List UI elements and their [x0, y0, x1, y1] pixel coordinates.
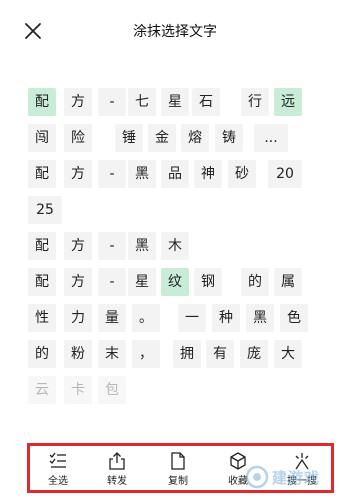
select-all-button[interactable]: 全选: [36, 451, 80, 491]
char-cell[interactable]: 庞: [240, 340, 268, 368]
char-cell[interactable]: 拥: [173, 340, 201, 368]
watermark-text: 建游戏: [272, 469, 321, 487]
char-row: 的 粉 末 ， 拥 有 庞 大: [28, 340, 328, 376]
document-icon: [171, 452, 185, 470]
char-cell[interactable]: 量: [98, 304, 126, 332]
char-cell[interactable]: 方: [64, 268, 92, 296]
char-cell[interactable]: 方: [64, 88, 92, 116]
char-cell[interactable]: 的: [241, 268, 269, 296]
char-row: 云 卡 包: [28, 376, 328, 412]
char-cell[interactable]: 方: [64, 232, 92, 260]
char-row: 配 方 - 星 纹 钢 的 属: [28, 268, 328, 304]
char-cell[interactable]: 方: [64, 160, 92, 188]
char-cell[interactable]: 20: [268, 160, 302, 188]
char-row: 性 力 量 。 一 种 黑 色: [28, 304, 328, 340]
char-cell[interactable]: 性: [28, 304, 56, 332]
char-cell[interactable]: -: [98, 88, 126, 116]
forward-button[interactable]: 转发: [95, 451, 139, 491]
char-cell[interactable]: 砂: [228, 160, 256, 188]
char-cell[interactable]: 黑: [246, 304, 274, 332]
char-cell[interactable]: 熔: [181, 124, 209, 152]
char-cell[interactable]: 配: [28, 232, 56, 260]
char-cell[interactable]: 色: [280, 304, 308, 332]
char-row: 25: [28, 196, 328, 232]
char-grid: 配 方 - 七 星 石 行 远 闯 险 锤 金 熔 铸 ... 配 方 - 黑 …: [28, 88, 328, 412]
char-row: 配 方 - 黑 木: [28, 232, 328, 268]
char-cell[interactable]: 末: [98, 340, 126, 368]
char-cell[interactable]: 配: [28, 160, 56, 188]
char-cell[interactable]: ...: [254, 124, 288, 152]
char-cell[interactable]: 黑: [128, 160, 156, 188]
char-cell[interactable]: 。: [132, 304, 160, 332]
char-cell[interactable]: 神: [194, 160, 222, 188]
char-cell[interactable]: 七: [128, 88, 156, 116]
char-row: 配 方 - 七 星 石 行 远: [28, 88, 328, 124]
char-cell[interactable]: 粉: [64, 340, 92, 368]
char-cell[interactable]: 属: [274, 268, 302, 296]
checklist-icon: [49, 452, 66, 468]
char-cell[interactable]: 纹: [161, 268, 189, 296]
char-cell[interactable]: 云: [28, 376, 56, 404]
char-cell[interactable]: 卡: [64, 376, 92, 404]
char-cell[interactable]: 有: [206, 340, 234, 368]
char-cell[interactable]: 钢: [194, 268, 222, 296]
char-cell[interactable]: 25: [28, 196, 62, 224]
forward-label: 转发: [107, 476, 127, 487]
char-cell[interactable]: -: [98, 268, 126, 296]
watermark-logo: 建游戏: [244, 463, 344, 491]
char-cell[interactable]: 闯: [28, 124, 56, 152]
char-cell[interactable]: 石: [192, 88, 220, 116]
char-cell[interactable]: 木: [161, 232, 189, 260]
char-cell[interactable]: 星: [161, 88, 189, 116]
share-icon: [109, 452, 125, 470]
char-cell[interactable]: 的: [28, 340, 56, 368]
char-cell[interactable]: -: [98, 232, 126, 260]
char-cell[interactable]: 锤: [115, 124, 143, 152]
char-cell[interactable]: 星: [128, 268, 156, 296]
header: 涂抹选择文字: [0, 0, 350, 62]
char-cell[interactable]: 配: [28, 88, 56, 116]
select-all-label: 全选: [48, 476, 68, 487]
char-cell[interactable]: 配: [28, 268, 56, 296]
char-cell[interactable]: 品: [161, 160, 189, 188]
char-cell[interactable]: 黑: [128, 232, 156, 260]
char-cell[interactable]: 远: [274, 88, 302, 116]
char-cell[interactable]: 金: [148, 124, 176, 152]
char-cell[interactable]: -: [98, 160, 126, 188]
page-title: 涂抹选择文字: [133, 24, 217, 40]
copy-label: 复制: [168, 476, 188, 487]
char-cell[interactable]: 力: [64, 304, 92, 332]
char-row: 闯 险 锤 金 熔 铸 ...: [28, 124, 328, 160]
char-cell[interactable]: 行: [241, 88, 269, 116]
char-cell[interactable]: 一: [178, 304, 206, 332]
char-cell[interactable]: ，: [132, 340, 160, 368]
char-cell[interactable]: 险: [64, 124, 92, 152]
char-cell[interactable]: 铸: [215, 124, 243, 152]
watermark-emblem-icon: [245, 465, 269, 489]
char-row: 配 方 - 黑 品 神 砂 20: [28, 160, 328, 196]
char-cell[interactable]: 包: [98, 376, 126, 404]
char-cell[interactable]: 种: [212, 304, 240, 332]
char-cell[interactable]: 大: [274, 340, 302, 368]
copy-button[interactable]: 复制: [156, 451, 200, 491]
